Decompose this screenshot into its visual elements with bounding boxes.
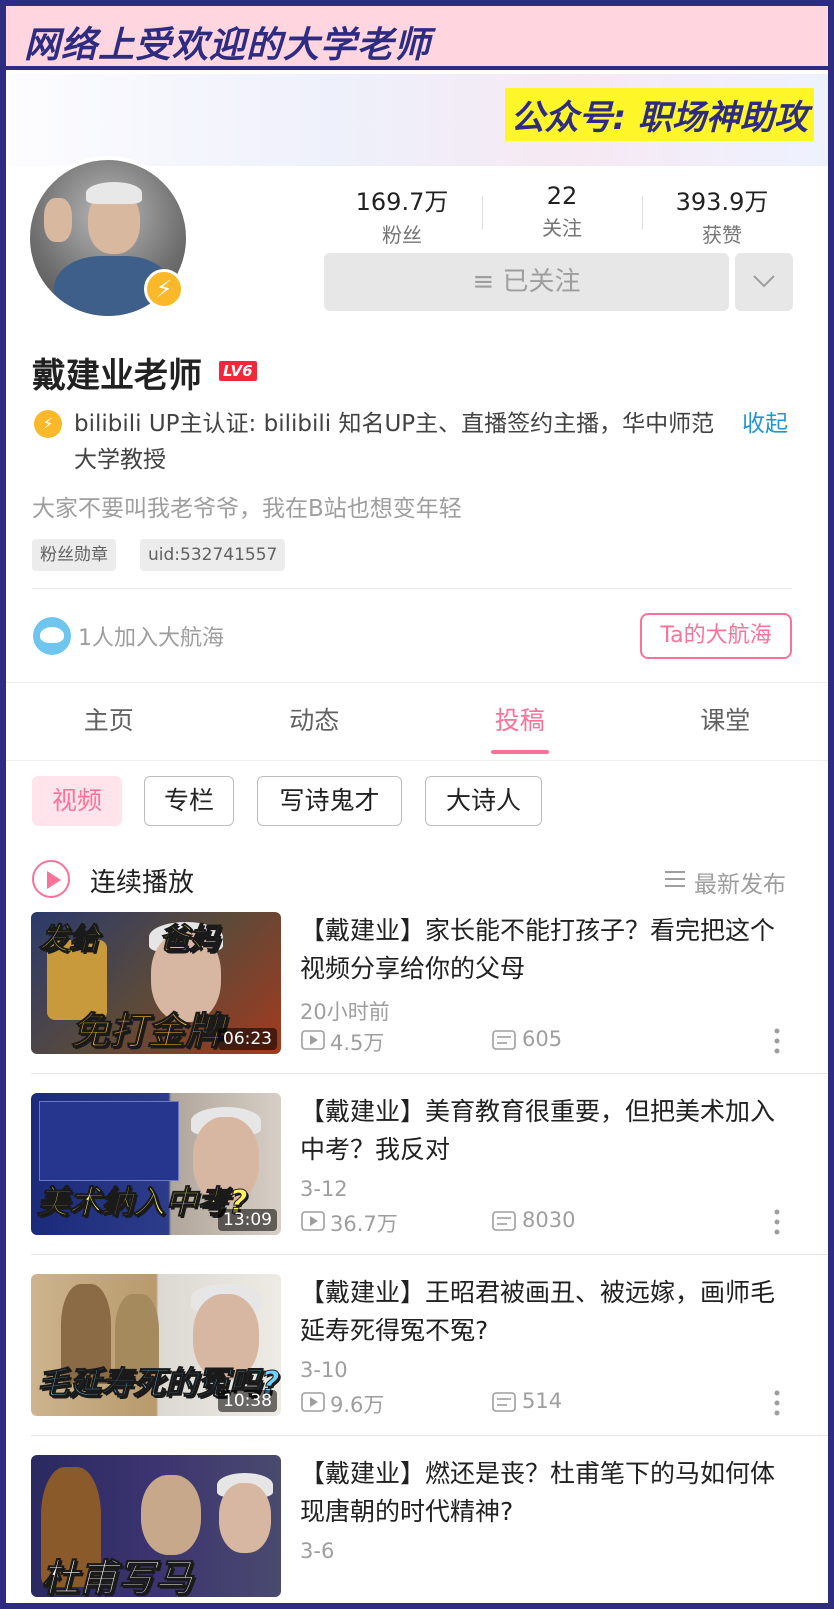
user-name: 戴建业老师 [32,356,202,396]
video-title[interactable]: 【戴建业】燃还是丧？杜甫笔下的马如何体现唐朝的时代精神? [300,1455,798,1531]
following-label: 关注 [542,216,582,240]
divider [31,1254,828,1255]
video-thumbnail[interactable]: 杜甫写马 [31,1455,281,1597]
profile-stats: 169.7万 粉丝 22 关注 393.9万 获赞 [322,182,802,247]
play-icon[interactable] [32,860,70,898]
danmaku-icon [492,1211,516,1231]
play-count-icon [301,1211,325,1231]
thumbnail-caption: 美术纳入中考? [37,1183,249,1222]
danmaku-count: 514 [522,1389,563,1413]
follow-options-button[interactable] [735,253,793,311]
sort-icon[interactable] [664,870,686,888]
play-all-label[interactable]: 连续播放 [90,862,194,899]
thumbnail-caption: 免打金牌 [70,1009,224,1054]
collapse-link[interactable]: 收起 [742,406,788,442]
video-item[interactable]: 美术纳入中考? 13:09 【戴建业】美育教育很重要，但把美术加入中考？我反对 … [6,1093,828,1275]
tab-dynamics[interactable]: 动态 [212,683,418,760]
following-stat[interactable]: 22 关注 [482,182,642,242]
following-count: 22 [546,182,578,210]
fleet-count-text: 1人加入大航海 [78,626,224,651]
danmaku-count: 8030 [522,1208,576,1232]
likes-count: 393.9万 [675,188,769,216]
danmaku-icon [492,1392,516,1412]
fan-medal-tag[interactable]: 粉丝勋章 [32,539,116,571]
video-date: 3-12 [300,1177,348,1201]
video-duration: 10:38 [218,1390,277,1412]
divider [31,1073,828,1074]
fleet-button[interactable]: Ta的大航海 [640,613,792,659]
uid-tag[interactable]: uid:532741557 [140,539,286,571]
video-title[interactable]: 【戴建业】美育教育很重要，但把美术加入中考？我反对 [300,1093,798,1169]
overlay-title: 网络上受欢迎的大学老师 [24,25,432,66]
divider [32,588,792,589]
view-count: 36.7万 [330,1212,398,1236]
view-count: 9.6万 [330,1393,385,1417]
thumbnail-caption: 杜甫写马 [40,1556,194,1598]
profile-tabs: 主页 动态 投稿 课堂 [6,683,828,761]
video-date: 3-10 [300,1358,348,1382]
video-date: 3-6 [300,1539,335,1563]
more-options-icon[interactable] [774,1389,780,1417]
view-count: 4.5万 [330,1031,385,1055]
video-item[interactable]: 杜甫写马 【戴建业】燃还是丧？杜甫笔下的马如何体现唐朝的时代精神? 3-6 [6,1455,828,1603]
video-duration: 06:23 [218,1028,277,1050]
video-thumbnail[interactable]: 毛延寿死的冤吗? 10:38 [31,1274,281,1416]
fans-count: 169.7万 [355,188,449,216]
play-count-icon [301,1030,325,1050]
app-frame: 网络上受欢迎的大学老师 公众号: 职场神助攻 ⚡ 169.7万 粉丝 22 关注… [6,6,828,1603]
level-badge: LV6 [219,361,257,381]
followed-button[interactable]: ≡ 已关注 [324,253,729,311]
profile-banner: 公众号: 职场神助攻 [6,74,828,166]
tab-home[interactable]: 主页 [6,683,212,760]
chip-video[interactable]: 视频 [32,776,122,826]
video-thumbnail[interactable]: 美术纳入中考? 13:09 [31,1093,281,1235]
lightning-badge-icon: ⚡ [144,269,184,309]
video-title[interactable]: 【戴建业】王昭君被画丑、被远嫁，画师毛延寿死得冤不冤? [300,1274,798,1350]
chip-great-poet[interactable]: 大诗人 [425,776,542,826]
tab-uploads[interactable]: 投稿 [417,683,623,760]
video-item[interactable]: 发给 爸妈 免打金牌 06:23 【戴建业】家长能不能打孩子？看完把这个视频分享… [6,912,828,1094]
video-item[interactable]: 毛延寿死的冤吗? 10:38 【戴建业】王昭君被画丑、被远嫁，画师毛延寿死得冤不… [6,1274,828,1456]
fleet-avatar-icon [33,617,71,655]
video-thumbnail[interactable]: 发给 爸妈 免打金牌 06:23 [31,912,281,1054]
play-count-icon [301,1392,325,1412]
verification-text: bilibili UP主认证: bilibili 知名UP主、直播签约主播，华中… [74,411,715,473]
chevron-down-icon [753,275,775,288]
chip-column[interactable]: 专栏 [144,776,234,826]
chip-poetry-genius[interactable]: 写诗鬼才 [257,776,402,826]
video-date: 20小时前 [300,1000,390,1024]
danmaku-count: 605 [522,1027,563,1051]
watermark-label: 公众号: 职场神助攻 [504,88,814,141]
more-options-icon[interactable] [774,1027,780,1055]
overlay-title-bar: 网络上受欢迎的大学老师 [6,6,828,70]
verified-bolt-icon: ⚡ [34,410,62,438]
sort-label[interactable]: 最新发布 [694,865,786,899]
divider [31,1435,828,1436]
fans-label: 粉丝 [382,223,422,247]
user-signature: 大家不要叫我老爷爷，我在B站也想变年轻 [32,496,462,522]
likes-label: 获赞 [702,223,742,247]
likes-stat: 393.9万 获赞 [642,182,802,247]
danmaku-icon [492,1030,516,1050]
more-options-icon[interactable] [774,1208,780,1236]
video-duration: 13:09 [218,1209,277,1231]
fans-stat[interactable]: 169.7万 粉丝 [322,182,482,247]
video-title[interactable]: 【戴建业】家长能不能打孩子？看完把这个视频分享给你的父母 [300,912,798,988]
thumbnail-caption: 发给 爸妈 [39,922,220,958]
tab-classroom[interactable]: 课堂 [623,683,829,760]
